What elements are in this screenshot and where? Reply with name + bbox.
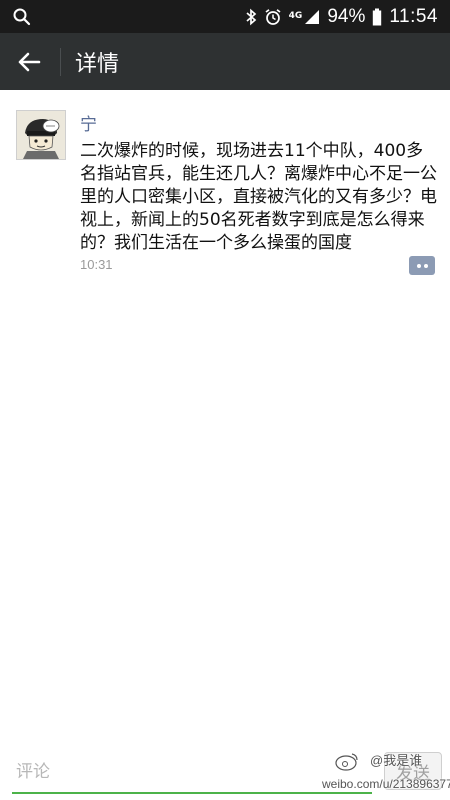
battery-percent: 94% (327, 5, 366, 27)
comment-dot (417, 264, 421, 268)
bluetooth-icon (246, 8, 256, 25)
watermark-name: @我是谁 (370, 753, 423, 768)
search-icon (13, 8, 31, 26)
page-title: 详情 (75, 52, 120, 77)
status-time: 11:54 (389, 5, 438, 27)
header-divider (60, 48, 61, 76)
cartoon-avatar-icon (17, 111, 65, 159)
watermark-url: weibo.com/u/2138963775 (322, 777, 450, 791)
app-header: 详情 (0, 33, 450, 90)
avatar[interactable] (16, 110, 66, 160)
signal-icon (305, 9, 320, 24)
comment-icon[interactable] (409, 256, 435, 275)
network-indicator: 4G (289, 9, 321, 25)
comment-input-underline (12, 792, 372, 794)
network-type: 4G (288, 11, 303, 21)
status-bar: 4G 94% 11:54 (0, 0, 450, 33)
post-content: 二次爆炸的时候，现场进去11个中队，400多名指站官兵，能生还几人？离爆炸中心不… (80, 141, 437, 253)
comment-input[interactable] (16, 754, 368, 790)
battery-icon (373, 8, 382, 25)
back-arrow-icon[interactable] (14, 47, 44, 77)
author-name[interactable]: 宁 (80, 110, 97, 135)
comment-dot (424, 264, 428, 268)
weibo-logo-icon (335, 753, 358, 771)
alarm-icon (265, 8, 281, 25)
post-timestamp: 10:31 (80, 257, 113, 272)
